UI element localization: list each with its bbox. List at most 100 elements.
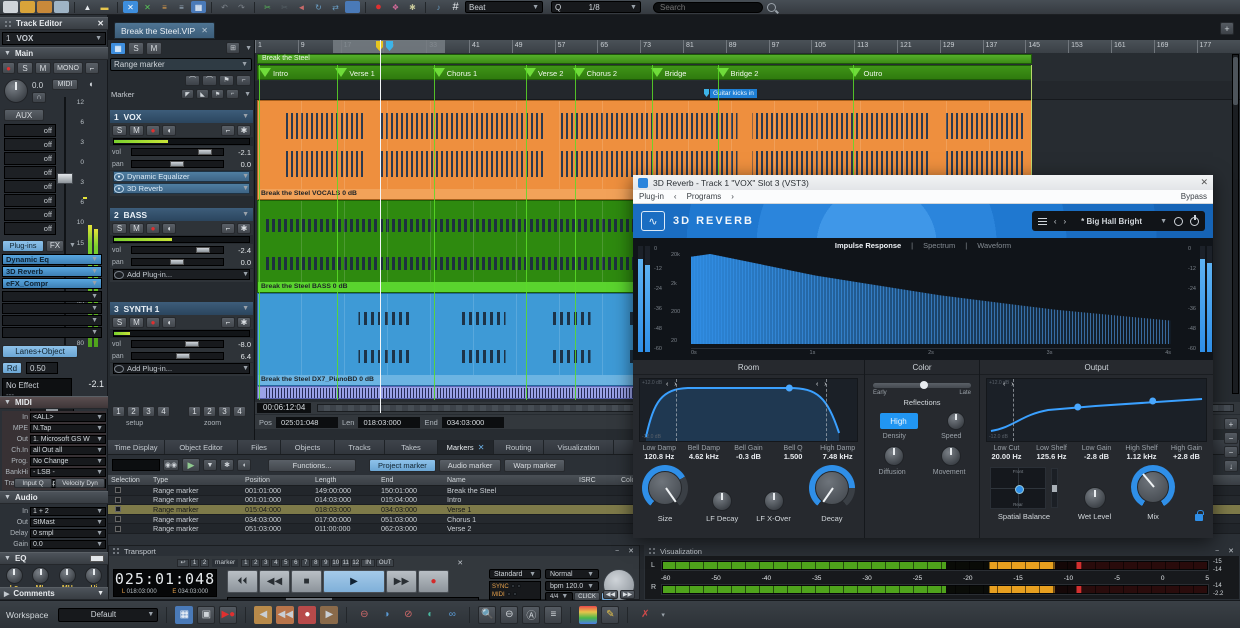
marker-add-icon[interactable]: ⚑ — [219, 75, 234, 86]
room-param[interactable]: Bell Gain -0.3 dB — [726, 445, 771, 461]
object-mode-icon[interactable]: ▬ — [97, 1, 112, 13]
plugin-slot[interactable]: 3D Reverb▼ — [2, 266, 102, 277]
next-program-icon[interactable]: › — [731, 192, 734, 201]
rewind-button[interactable]: ◀◀ — [259, 570, 290, 593]
spatial-position-dot[interactable] — [1015, 485, 1024, 494]
section-marker-flag[interactable]: Verse 2 — [524, 66, 563, 81]
locator-2[interactable]: 2 — [200, 559, 209, 567]
midi-mode-button[interactable]: MIDI — [52, 79, 78, 90]
marker-icon-4[interactable]: ⌐ — [226, 89, 239, 99]
mouse-mode-cursor-icon[interactable]: ▲ — [80, 1, 95, 13]
col-isrc[interactable]: ISRC — [576, 475, 618, 485]
range-pair-icon[interactable]: ∞ — [443, 606, 461, 624]
speaker-icon[interactable]: ◖ — [237, 459, 251, 471]
track-strip-synth[interactable]: 3 SYNTH 1 ▼ S M ● ◖ ⌐ ✱ vol -8.0 pan 6.4… — [110, 302, 253, 376]
midi-section-header[interactable]: ▼MIDI — [0, 396, 108, 409]
aux-send-slot[interactable]: off — [4, 166, 56, 179]
filter-icon[interactable]: ▼ — [203, 459, 217, 471]
marker-lock-icon[interactable]: ⌐ — [236, 75, 251, 86]
workspace-select[interactable]: Default▼ — [58, 608, 158, 622]
solo-button[interactable]: S — [112, 125, 127, 136]
setup-preset-button[interactable]: 4 — [157, 406, 170, 417]
room-param[interactable]: High Damp 7.48 kHz — [815, 445, 860, 461]
scrollbar-handle[interactable] — [1233, 57, 1238, 105]
lock-icon[interactable]: ⌐ — [221, 223, 235, 234]
size-control[interactable]: Size — [642, 465, 688, 523]
eq-section-header[interactable]: ▼EQ — [0, 552, 108, 565]
midi-row[interactable]: MPE N.Tap▼ — [2, 423, 106, 434]
mute-strike-icon[interactable]: ♪ — [431, 1, 446, 13]
zoom-preset-button[interactable]: 3 — [218, 406, 231, 417]
redo-icon[interactable]: ↷ — [234, 1, 249, 13]
tab-takes[interactable]: Takes — [385, 440, 438, 454]
density-high-button[interactable]: High — [880, 413, 918, 429]
window-handle-icon[interactable] — [648, 547, 656, 555]
volume-handle[interactable] — [196, 247, 210, 253]
setup-preset-button[interactable]: 3 — [142, 406, 155, 417]
all-mute-button[interactable]: M — [146, 42, 162, 55]
settings-gear-icon[interactable]: ✱ — [405, 1, 420, 13]
marker-lane[interactable]: Guitar kicks in — [255, 81, 1240, 100]
output-param[interactable]: Low Gain -2.8 dB — [1074, 445, 1119, 461]
aux-send-slot[interactable]: off — [4, 138, 56, 151]
collapse-icon[interactable]: ▼ — [4, 555, 11, 562]
out-button[interactable]: OUT — [376, 559, 394, 567]
pan-knob[interactable] — [4, 79, 28, 103]
snap-mode-select[interactable]: Beat▼ — [465, 1, 543, 13]
shuttle-back-icon[interactable]: ◀◀ — [603, 590, 618, 599]
tape-rewind-icon[interactable]: ◀◀ — [276, 606, 294, 624]
zoom-in-icon[interactable]: 🔍 — [478, 606, 496, 624]
grid-view-icon[interactable]: ▦ — [110, 42, 126, 55]
room-eq-graph[interactable]: +12.0 dB-12.0 dB ‹ › ‹ › — [639, 378, 858, 442]
output-param[interactable]: Low Shelf 125.6 Hz — [1029, 445, 1074, 461]
reflections-slider[interactable] — [873, 383, 971, 388]
new-project-icon[interactable] — [3, 1, 18, 13]
eq-band-knob[interactable] — [6, 567, 23, 584]
trim-start-icon[interactable]: ◄ — [294, 1, 309, 13]
marker-number-button[interactable]: 8 — [311, 559, 320, 567]
fade-curve-icon[interactable]: ⌒ — [185, 75, 200, 86]
zoom-preset-button[interactable]: 2 — [203, 406, 216, 417]
pan-slider[interactable] — [131, 160, 224, 168]
pan-handle[interactable] — [170, 259, 184, 265]
mute-button[interactable]: M — [129, 317, 144, 328]
playhead-cursor[interactable] — [380, 40, 381, 413]
record-arm-button[interactable]: ● — [146, 125, 160, 136]
aux-send-slot[interactable]: off — [4, 124, 56, 137]
track-fx-slot[interactable]: ● 3D Reverb ▼ — [113, 183, 250, 194]
midi-row[interactable]: In <ALL>▼ — [2, 412, 106, 423]
col-position[interactable]: Position — [242, 475, 312, 485]
remove-range-icon[interactable]: ⊖ — [355, 606, 373, 624]
programs-menu[interactable]: Programs — [687, 192, 722, 201]
row-checkbox[interactable] — [115, 526, 121, 532]
record-button[interactable]: ● — [418, 570, 449, 593]
marker-number-button[interactable]: 4 — [271, 559, 280, 567]
tempo-select[interactable]: bpm 120.0▼ — [545, 581, 599, 591]
import-audio-icon[interactable] — [37, 1, 52, 13]
play-mode-select[interactable]: Normal▼ — [545, 569, 599, 579]
pan-handle[interactable] — [176, 353, 190, 359]
range-marker-select[interactable]: Range marker▼ — [110, 58, 252, 71]
plugin-slot-empty[interactable]: ▼ — [2, 315, 102, 326]
comments-section-header[interactable]: ▶Comments ▼ — [0, 587, 108, 600]
plugin-slot[interactable]: eFX_Compr▼ — [2, 278, 102, 289]
tab-routing[interactable]: Routing — [494, 440, 544, 454]
bypass-button[interactable]: Bypass — [1181, 192, 1207, 201]
solo-button[interactable]: S — [17, 62, 33, 74]
chevron-down-icon[interactable]: ▼ — [1160, 218, 1167, 225]
add-plugin-slot[interactable]: Add Plug-in... ▼ — [113, 363, 250, 374]
prev-preset-icon[interactable]: ‹ — [1054, 217, 1057, 226]
midi-row[interactable]: Ch.In all Out all▼ — [2, 445, 106, 456]
audio-row[interactable]: Out StMast▼ — [2, 517, 106, 528]
zoom-preset-button[interactable]: 1 — [188, 406, 201, 417]
row-checkbox[interactable] — [115, 497, 121, 503]
close-icon[interactable]: ✕ — [626, 547, 636, 556]
plugin-titlebar[interactable]: 3D Reverb - Track 1 "VOX" Slot 3 (VST3) … — [633, 175, 1213, 190]
glue-icon[interactable] — [345, 1, 360, 13]
speaker-icon[interactable]: ◖ — [88, 79, 93, 89]
lanes-view-icon[interactable]: ▣ — [197, 606, 215, 624]
mute-button[interactable]: M — [129, 223, 144, 234]
movement-knob[interactable] — [941, 446, 961, 466]
col-length[interactable]: Length — [312, 475, 378, 485]
aux-send-slot[interactable]: off — [4, 208, 56, 221]
